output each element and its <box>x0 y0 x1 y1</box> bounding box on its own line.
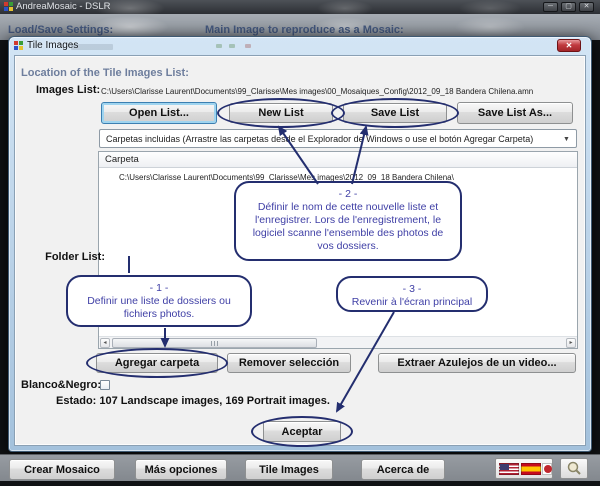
open-list-button[interactable]: Open List... <box>101 102 217 124</box>
dialog-mosaic-icon <box>14 41 23 50</box>
annotation-number: - 1 - <box>76 282 242 295</box>
spain-flag-icon[interactable] <box>521 463 541 475</box>
annotation-text: Définir le nom de cette nouvelle liste e… <box>244 201 452 253</box>
annotation-text: Revenir à l'écran principal <box>346 296 478 309</box>
dialog-close-icon[interactable]: ✕ <box>557 39 581 52</box>
aceptar-button[interactable]: Aceptar <box>263 421 341 442</box>
location-heading: Location of the Tile Images List: <box>21 67 189 79</box>
annotation-note-2: - 2 - Définir le nom de cette nouvelle l… <box>234 181 462 261</box>
tile-images-button[interactable]: Tile Images <box>245 459 333 480</box>
dialog-titlebar[interactable]: Tile Images ✕ <box>9 37 591 55</box>
japan-flag-icon[interactable] <box>542 463 552 475</box>
glass-ghost-artifact <box>229 44 235 48</box>
images-list-label: Images List: <box>36 84 100 96</box>
blanco-negro-checkbox[interactable] <box>100 380 110 390</box>
save-list-button[interactable]: Save List <box>343 103 447 123</box>
annotation-note-1: - 1 - Definir une liste de dossiers ou f… <box>66 275 252 327</box>
glass-ghost-artifact <box>71 44 113 50</box>
glass-ghost-artifact <box>245 44 251 48</box>
acerca-de-button[interactable]: Acerca de <box>361 459 445 480</box>
blanco-negro-label: Blanco&Negro: <box>21 379 101 391</box>
scroll-left-icon[interactable] <box>100 338 110 348</box>
scroll-right-icon[interactable] <box>566 338 576 348</box>
extraer-azulejos-button[interactable]: Extraer Azulejos de un video... <box>378 353 576 373</box>
close-icon[interactable]: ✕ <box>579 2 594 12</box>
us-flag-icon[interactable] <box>499 463 519 475</box>
load-save-settings-label: Load/Save Settings: <box>8 24 113 36</box>
folders-dropdown[interactable]: Carpetas incluidas (Arrastre las carpeta… <box>99 129 577 148</box>
main-window-title: AndreaMosaic - DSLR <box>16 1 111 12</box>
mas-opciones-button[interactable]: Más opciones <box>135 459 227 480</box>
maximize-icon[interactable]: ▢ <box>561 2 576 12</box>
language-selector[interactable] <box>495 458 553 479</box>
new-list-button[interactable]: New List <box>229 103 333 123</box>
main-image-label: Main Image to reproduce as a Mosaic: <box>205 24 404 36</box>
tile-images-dialog: Tile Images ✕ Location of the Tile Image… <box>8 36 592 452</box>
horizontal-scrollbar[interactable] <box>99 336 577 348</box>
annotation-number: - 3 - <box>346 283 478 296</box>
remover-seleccion-button[interactable]: Remover selección <box>227 353 351 373</box>
dialog-content: Location of the Tile Images List: Images… <box>14 55 586 446</box>
magnifier-button[interactable] <box>560 458 588 479</box>
app-logo-icon <box>4 2 13 11</box>
scrollbar-grip <box>211 341 219 346</box>
minimize-icon[interactable]: ─ <box>543 2 558 12</box>
agregar-carpeta-button[interactable]: Agregar carpeta <box>96 353 218 373</box>
magnifier-icon <box>561 459 587 478</box>
folder-list-label: Folder List: <box>17 251 105 263</box>
annotation-text: Definir une liste de dossiers ou fichier… <box>76 295 242 321</box>
annotation-note-3: - 3 - Revenir à l'écran principal <box>336 276 488 312</box>
folder-column-header: Carpeta <box>99 152 577 168</box>
crear-mosaico-button[interactable]: Crear Mosaico <box>9 459 115 480</box>
chevron-down-icon[interactable] <box>560 133 573 146</box>
save-list-as-button[interactable]: Save List As... <box>457 102 573 124</box>
images-list-path: C:\Users\Clarisse Laurent\Documents\99_C… <box>101 87 533 96</box>
status-text: Estado: 107 Landscape images, 169 Portra… <box>56 395 330 407</box>
main-window-titlebar[interactable]: AndreaMosaic - DSLR ─ ▢ ✕ <box>0 0 600 14</box>
glass-ghost-artifact <box>216 44 222 48</box>
scrollbar-thumb[interactable] <box>112 338 317 348</box>
annotation-number: - 2 - <box>244 188 452 201</box>
